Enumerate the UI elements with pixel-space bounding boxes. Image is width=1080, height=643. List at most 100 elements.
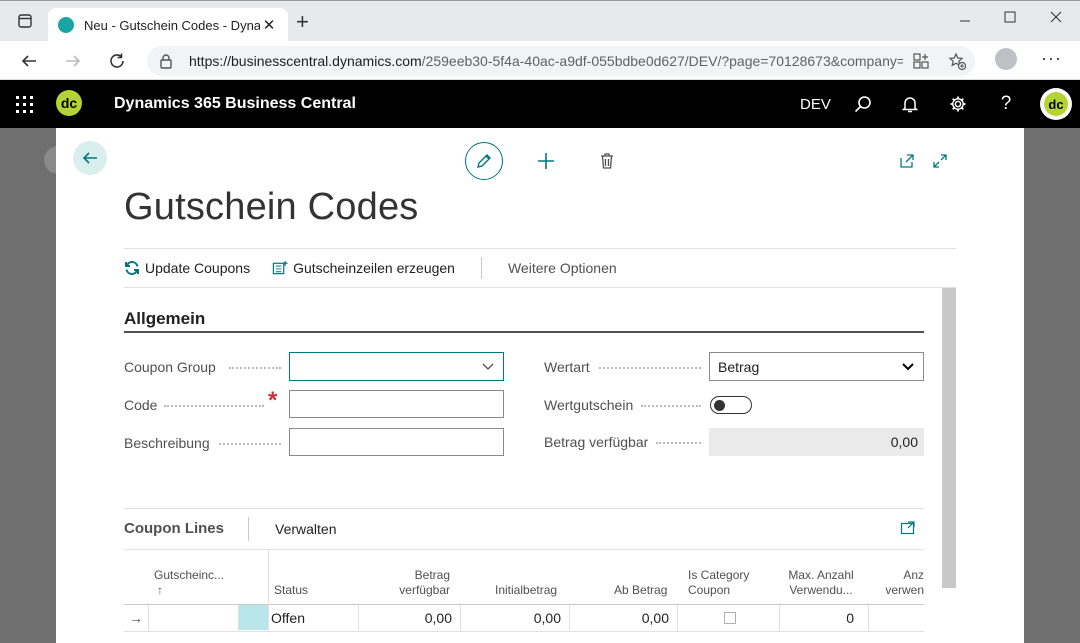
browser-tab-bar: Neu - Gutschein Codes - Dynamics 365 Bus… [0, 0, 1080, 42]
column-divider [677, 605, 678, 631]
row-from-amount-cell[interactable]: 0,00 [570, 605, 677, 631]
required-asterisk-icon: * [268, 387, 278, 414]
code-input[interactable] [289, 390, 504, 418]
new-tab-icon[interactable]: + [296, 11, 309, 33]
row-max-uses-cell[interactable]: 0 [780, 605, 862, 631]
tab-actions-icon[interactable] [10, 8, 40, 34]
value-type-select[interactable]: Betrag [709, 352, 924, 381]
coupon-lines-title[interactable]: Coupon Lines [124, 520, 224, 537]
column-header-amount-available[interactable]: Betrag verfügbar [360, 568, 450, 598]
action-separator [480, 257, 482, 279]
app-launcher-icon[interactable] [16, 96, 33, 113]
code-label: Code [124, 397, 158, 413]
generate-lines-icon [272, 260, 288, 276]
open-lines-in-new-window-icon[interactable] [900, 520, 916, 541]
lock-icon [159, 53, 175, 69]
edit-button[interactable] [465, 142, 503, 180]
expand-icon[interactable] [929, 150, 951, 172]
maximize-icon[interactable] [987, 7, 1033, 27]
column-divider [868, 605, 869, 631]
refresh-icon[interactable] [105, 49, 129, 73]
manage-menu-button[interactable]: Verwalten [275, 521, 336, 537]
user-avatar[interactable]: dc [1040, 88, 1072, 120]
open-in-new-window-icon[interactable] [896, 150, 918, 172]
column-header-initial-amount[interactable]: Initialbetrag [495, 583, 557, 598]
profile-icon[interactable] [995, 48, 1017, 70]
column-header-from-amount[interactable]: Ab Betrag [614, 583, 667, 598]
value-type-value: Betrag [718, 358, 760, 375]
field-leader-dots [641, 405, 701, 407]
row-is-category-checkbox[interactable] [724, 612, 736, 624]
business-central-favicon-icon [58, 17, 74, 33]
help-icon[interactable]: ? [996, 93, 1016, 114]
column-header-uses[interactable]: Anz verwen [868, 568, 924, 598]
description-input[interactable] [289, 428, 504, 456]
sort-ascending-icon: ↑ [157, 583, 163, 597]
notification-bell-icon[interactable] [900, 94, 920, 114]
general-section-title[interactable]: Allgemein [124, 309, 205, 329]
coupon-group-select[interactable] [289, 352, 504, 381]
row-initial-amount-cell[interactable]: 0,00 [461, 605, 569, 631]
value-type-label: Wertart [544, 359, 590, 375]
column-header-coupon-code[interactable]: Gutscheinc... ↑ [154, 568, 238, 598]
forward-arrow-icon[interactable] [61, 49, 85, 73]
row-marker-arrow-icon[interactable]: → [124, 605, 148, 631]
coupon-group-label: Coupon Group [124, 359, 216, 375]
chevron-down-icon [481, 359, 495, 376]
pencil-icon [477, 154, 491, 168]
close-tab-icon[interactable]: ✕ [260, 16, 278, 34]
grid-row-border [124, 631, 924, 632]
lines-title-separator [248, 517, 249, 541]
back-arrow-icon [82, 152, 97, 164]
lines-separator [124, 508, 924, 509]
add-favorite-icon[interactable] [939, 52, 975, 70]
environment-label: DEV [800, 96, 831, 113]
row-status-cell[interactable]: Offen [271, 605, 357, 631]
value-voucher-toggle[interactable] [710, 396, 752, 414]
column-header-max-uses[interactable]: Max. Anzahl Verwendu... [786, 568, 856, 598]
update-coupons-label: Update Coupons [145, 260, 251, 276]
browser-tab[interactable]: Neu - Gutschein Codes - Dynamics 365 Bus… [48, 8, 288, 42]
content-scrollbar[interactable] [942, 288, 956, 588]
description-label: Beschreibung [124, 435, 210, 451]
row-amount-available-cell[interactable]: 0,00 [359, 605, 460, 631]
minimize-icon[interactable] [942, 7, 988, 27]
row-selected-cell-highlight[interactable] [239, 605, 268, 630]
new-record-plus-icon[interactable] [535, 150, 557, 172]
update-coupons-button[interactable]: Update Coupons [124, 260, 250, 276]
url-host: https://businesscentral.dynamics.com [189, 53, 422, 69]
more-options-button[interactable]: Weitere Optionen [508, 260, 617, 276]
column-header-is-category-coupon[interactable]: Is Category Coupon [688, 568, 749, 598]
url-field[interactable]: https://businesscentral.dynamics.com /25… [147, 46, 975, 76]
delete-trash-icon[interactable] [596, 150, 618, 172]
toggle-knob [714, 399, 725, 411]
company-logo: dc [56, 90, 82, 116]
more-menu-icon[interactable]: ··· [1041, 48, 1062, 69]
amount-available-value: 0,00 [709, 428, 924, 456]
field-leader-dots [656, 442, 701, 444]
value-voucher-label: Wertgutschein [544, 397, 634, 413]
back-arrow-icon[interactable] [17, 49, 41, 73]
search-icon[interactable] [853, 94, 873, 114]
app-name[interactable]: Dynamics 365 Business Central [114, 95, 356, 113]
generate-coupon-lines-button[interactable]: Gutscheinzeilen erzeugen [272, 260, 455, 276]
browser-tab-title: Neu - Gutschein Codes - Dynamics 365 Bus… [84, 17, 260, 33]
settings-gear-icon[interactable] [948, 94, 968, 114]
field-leader-dots [164, 405, 264, 407]
column-header-status[interactable]: Status [274, 583, 308, 598]
user-avatar-logo: dc [1044, 92, 1068, 116]
url-path: /259eeb30-5f4a-40ac-a9df-055bdbe0d627/DE… [421, 53, 903, 69]
action-bar: Update Coupons Gutscheinzeilen erzeugen … [124, 248, 956, 288]
back-button[interactable] [73, 141, 107, 175]
field-leader-dots [219, 443, 281, 445]
refresh-icon [124, 260, 140, 276]
generate-coupon-lines-label: Gutscheinzeilen erzeugen [293, 260, 455, 276]
chevron-down-icon [901, 359, 915, 376]
field-leader-dots [599, 367, 701, 369]
close-window-icon[interactable] [1033, 7, 1079, 27]
grid-top-border [124, 549, 924, 550]
row-coupon-code-cell[interactable] [149, 605, 238, 631]
amount-available-label: Betrag verfügbar [544, 434, 649, 450]
page-title: Gutschein Codes [124, 186, 419, 228]
app-available-icon[interactable] [903, 53, 939, 69]
